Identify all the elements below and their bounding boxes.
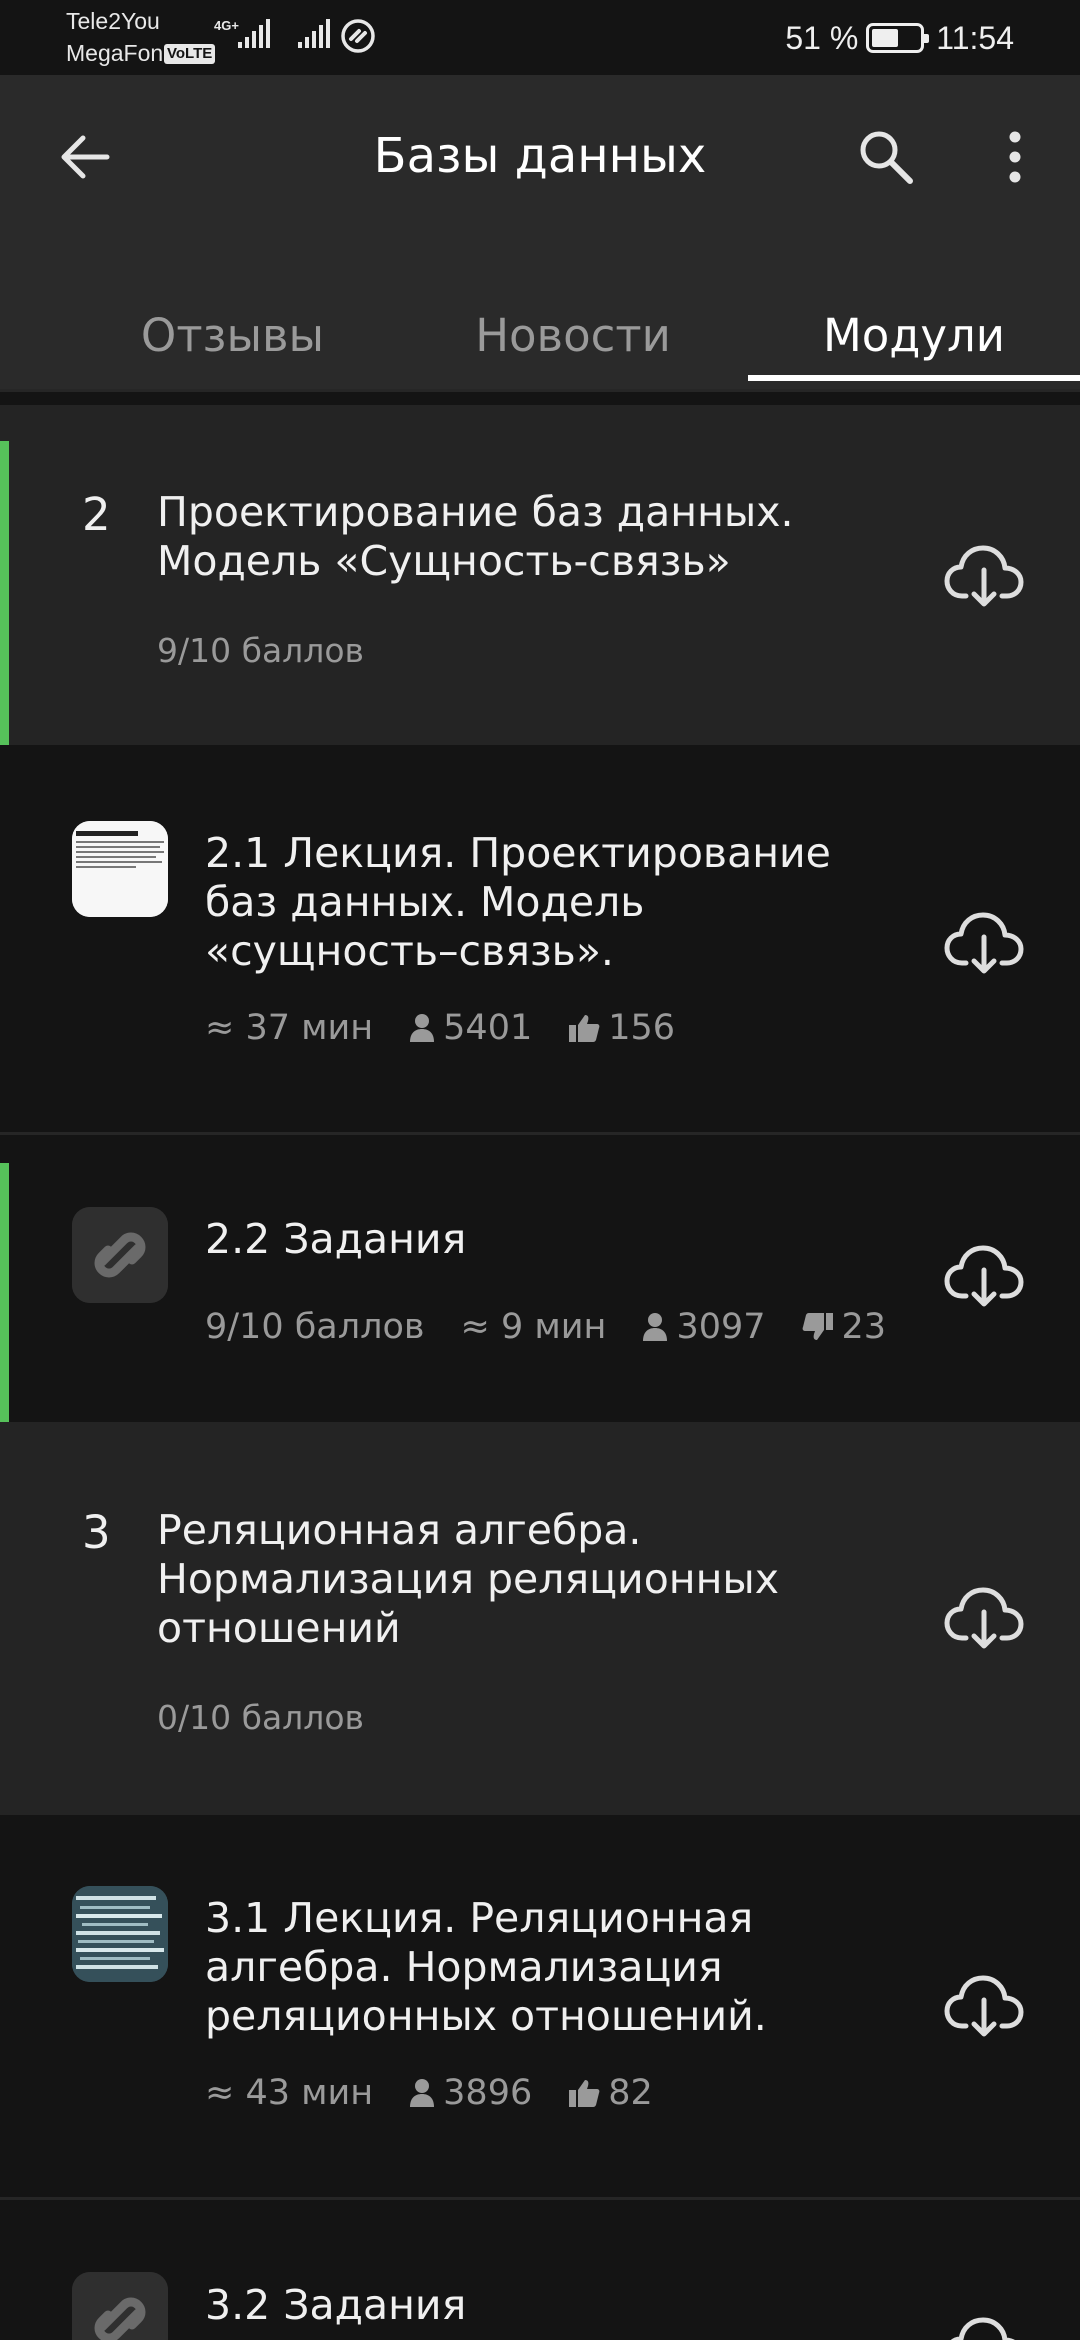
battery-percent: 51 % <box>785 19 859 56</box>
download-cloud-icon[interactable] <box>944 1582 1024 1652</box>
more-options-button[interactable] <box>990 122 1040 192</box>
section-header[interactable]: 3 Реляционная алгебра. Нормализация реля… <box>0 1422 1080 1815</box>
signal-icon <box>298 19 330 48</box>
section-score: 0/10 баллов <box>157 1698 364 1737</box>
download-cloud-icon[interactable] <box>944 907 1024 977</box>
completed-marker <box>0 1163 9 1422</box>
more-vert-icon <box>1009 131 1021 183</box>
learners-count: 3896 <box>443 2073 533 2113</box>
thumb-down-icon <box>802 1313 833 1340</box>
lesson-row[interactable]: 2.1 Лекция. Проектирование баз данных. М… <box>0 745 1080 1132</box>
stepik-notification-icon <box>341 19 375 53</box>
thumb-up-icon <box>569 1015 600 1042</box>
lesson-title: 3.2 Задания <box>205 2281 467 2329</box>
search-icon <box>860 131 913 184</box>
battery-icon <box>866 23 930 53</box>
learners-count: 5401 <box>443 1008 533 1048</box>
divider <box>0 389 1080 392</box>
lesson-title: 2.1 Лекция. Проектирование баз данных. М… <box>205 829 831 975</box>
learners-icon <box>410 1014 435 1042</box>
lecture-thumbnail <box>72 821 168 917</box>
section-score: 9/10 баллов <box>157 631 364 670</box>
status-bar: Tele2You MegaFon VoLTE 4G+ 51 % 11:54 <box>0 0 1080 75</box>
lesson-title: 2.2 Задания <box>205 1215 467 1263</box>
lesson-row[interactable]: 3.2 Задания <box>0 2200 1080 2340</box>
download-cloud-icon[interactable] <box>944 540 1024 610</box>
section-title: Реляционная алгебра. Нормализация реляци… <box>157 1506 780 1652</box>
lesson-row[interactable]: 3.1 Лекция. Реляционная алгебра. Нормали… <box>0 1815 1080 2197</box>
carrier-1: Tele2You <box>66 8 160 34</box>
search-button[interactable] <box>850 122 922 192</box>
stepik-logo-icon <box>72 2272 168 2340</box>
active-tab-indicator <box>748 375 1080 381</box>
network-type: 4G+ <box>214 18 239 33</box>
rating-count: 156 <box>608 1008 676 1048</box>
tab-reviews[interactable]: Отзывы <box>90 282 375 389</box>
stepik-logo-icon <box>72 1207 168 1303</box>
download-cloud-icon[interactable] <box>944 1240 1024 1310</box>
carrier-2: MegaFon <box>66 40 164 66</box>
signal-4g-icon: 4G+ <box>214 18 270 48</box>
duration: ≈ 9 мин <box>460 1307 607 1347</box>
lesson-meta: ≈ 43 мин 3896 82 <box>205 2073 689 2113</box>
completed-marker <box>0 441 9 745</box>
lesson-score: 9/10 баллов <box>205 1307 425 1347</box>
thumb-up-icon <box>569 2080 600 2107</box>
volte-badge: VoLTE <box>164 44 216 64</box>
lesson-row[interactable]: 2.2 Задания 9/10 баллов ≈ 9 мин 3097 23 <box>0 1135 1080 1422</box>
rating-count: 23 <box>841 1307 887 1347</box>
app-bar: Базы данных Отзывы Новости Модули <box>0 75 1080 389</box>
download-cloud-icon[interactable] <box>944 1970 1024 2040</box>
lesson-meta: ≈ 37 мин 5401 156 <box>205 1008 711 1048</box>
clock: 11:54 <box>936 19 1014 56</box>
learners-icon <box>410 2079 435 2107</box>
lesson-meta: 9/10 баллов ≈ 9 мин 3097 23 <box>205 1307 922 1347</box>
download-cloud-icon[interactable] <box>944 2312 1024 2340</box>
duration: ≈ 37 мин <box>205 1008 374 1048</box>
tab-modules[interactable]: Модули <box>748 282 1080 389</box>
lesson-title: 3.1 Лекция. Реляционная алгебра. Нормали… <box>205 1894 767 2040</box>
tab-bar: Отзывы Новости Модули <box>0 282 1080 389</box>
lecture-thumbnail <box>72 1886 168 1982</box>
duration: ≈ 43 мин <box>205 2073 374 2113</box>
learners-count: 3097 <box>676 1307 766 1347</box>
rating-count: 82 <box>608 2073 653 2113</box>
section-number: 3 <box>82 1506 111 1559</box>
learners-icon <box>643 1313 668 1341</box>
section-header[interactable]: 2 Проектирование баз данных. Модель «Сущ… <box>0 405 1080 745</box>
section-title: Проектирование баз данных. Модель «Сущно… <box>157 488 794 585</box>
tab-news[interactable]: Новости <box>432 282 714 389</box>
section-number: 2 <box>82 488 111 541</box>
